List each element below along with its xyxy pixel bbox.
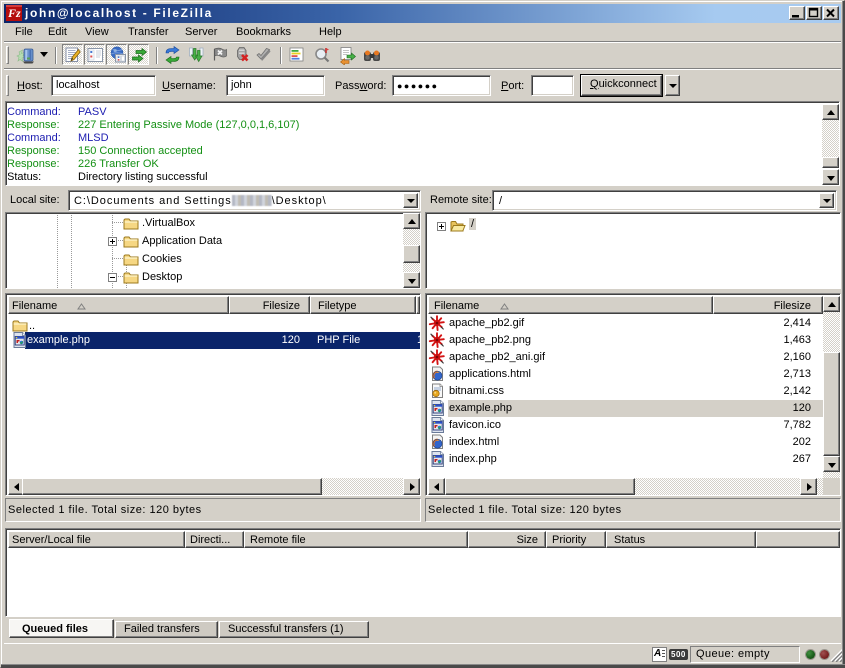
svg-text:Fz: Fz [7,6,21,20]
